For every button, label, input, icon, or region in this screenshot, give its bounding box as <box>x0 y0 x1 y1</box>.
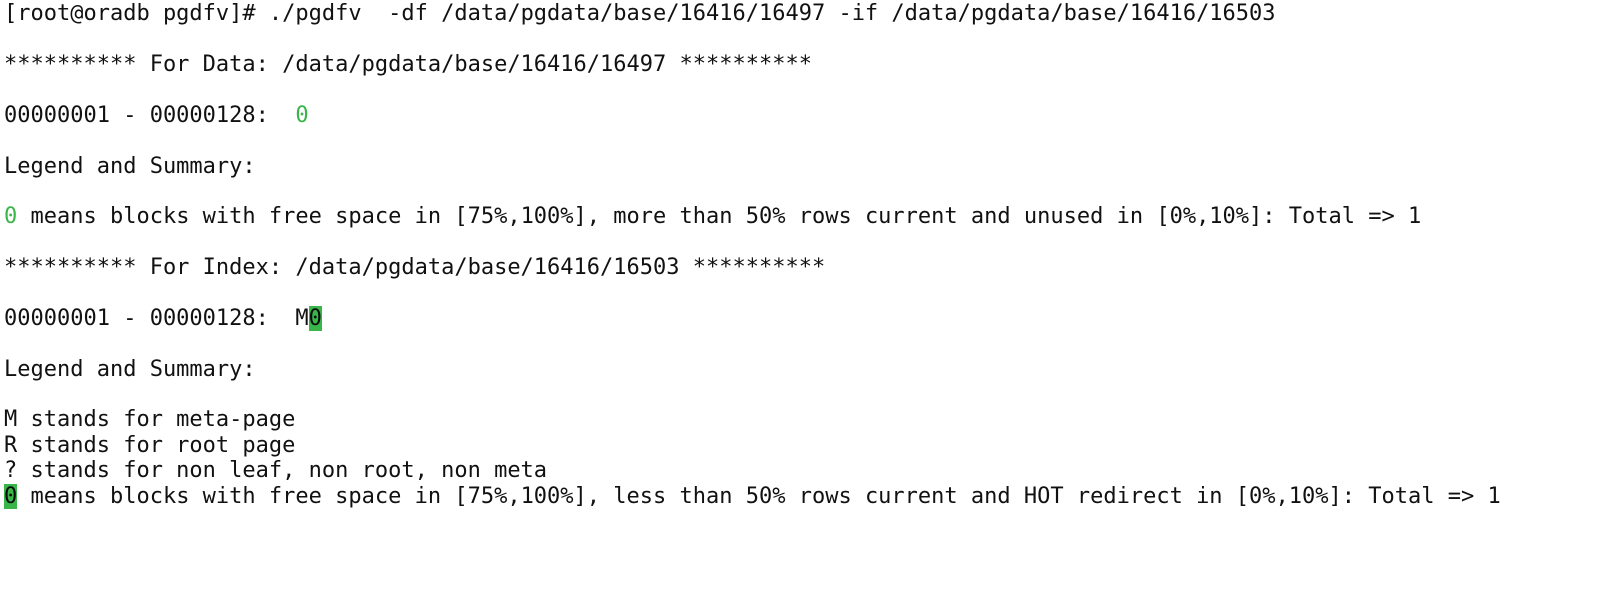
index-legend-title: Legend and Summary: <box>4 357 256 382</box>
data-section-header: ********** For Data: /data/pgdata/base/1… <box>4 52 812 77</box>
data-block-map: 0 <box>295 103 309 128</box>
index-block-map-meta: M <box>295 306 309 331</box>
data-legend-title: Legend and Summary: <box>4 154 256 179</box>
command-line: [root@oradb pgdfv]# ./pgdfv -df /data/pg… <box>4 1 1276 27</box>
index-legend-text: means blocks with free space in [75%,100… <box>17 484 1501 509</box>
index-block-map-line: 00000001 - 00000128: M0 <box>4 306 322 332</box>
data-legend-symbol: 0 <box>4 204 18 229</box>
index-range-label: 00000001 - 00000128: <box>4 306 296 331</box>
index-legend-entry: 0 means blocks with free space in [75%,1… <box>4 484 1501 510</box>
index-section-header: ********** For Index: /data/pgdata/base/… <box>4 255 826 280</box>
data-legend-entry: 0 means blocks with free space in [75%,1… <box>4 204 1421 230</box>
index-block-map-highlight: 0 <box>308 306 322 331</box>
data-block-map-line: 00000001 - 00000128: 0 <box>4 103 309 129</box>
data-range-label: 00000001 - 00000128: <box>4 103 296 128</box>
shell-prompt: [root@oradb pgdfv]# <box>4 1 269 26</box>
command-text: ./pgdfv -df /data/pgdata/base/16416/1649… <box>268 1 1276 26</box>
index-legend-meta: M stands for meta-page <box>4 407 296 432</box>
terminal-output[interactable]: [root@oradb pgdfv]# ./pgdfv -df /data/pg… <box>4 0 1604 536</box>
index-legend-symbol: 0 <box>4 484 18 509</box>
index-legend-nonleaf: ? stands for non leaf, non root, non met… <box>4 458 548 483</box>
data-legend-text: means blocks with free space in [75%,100… <box>17 204 1422 229</box>
index-legend-root: R stands for root page <box>4 433 296 458</box>
